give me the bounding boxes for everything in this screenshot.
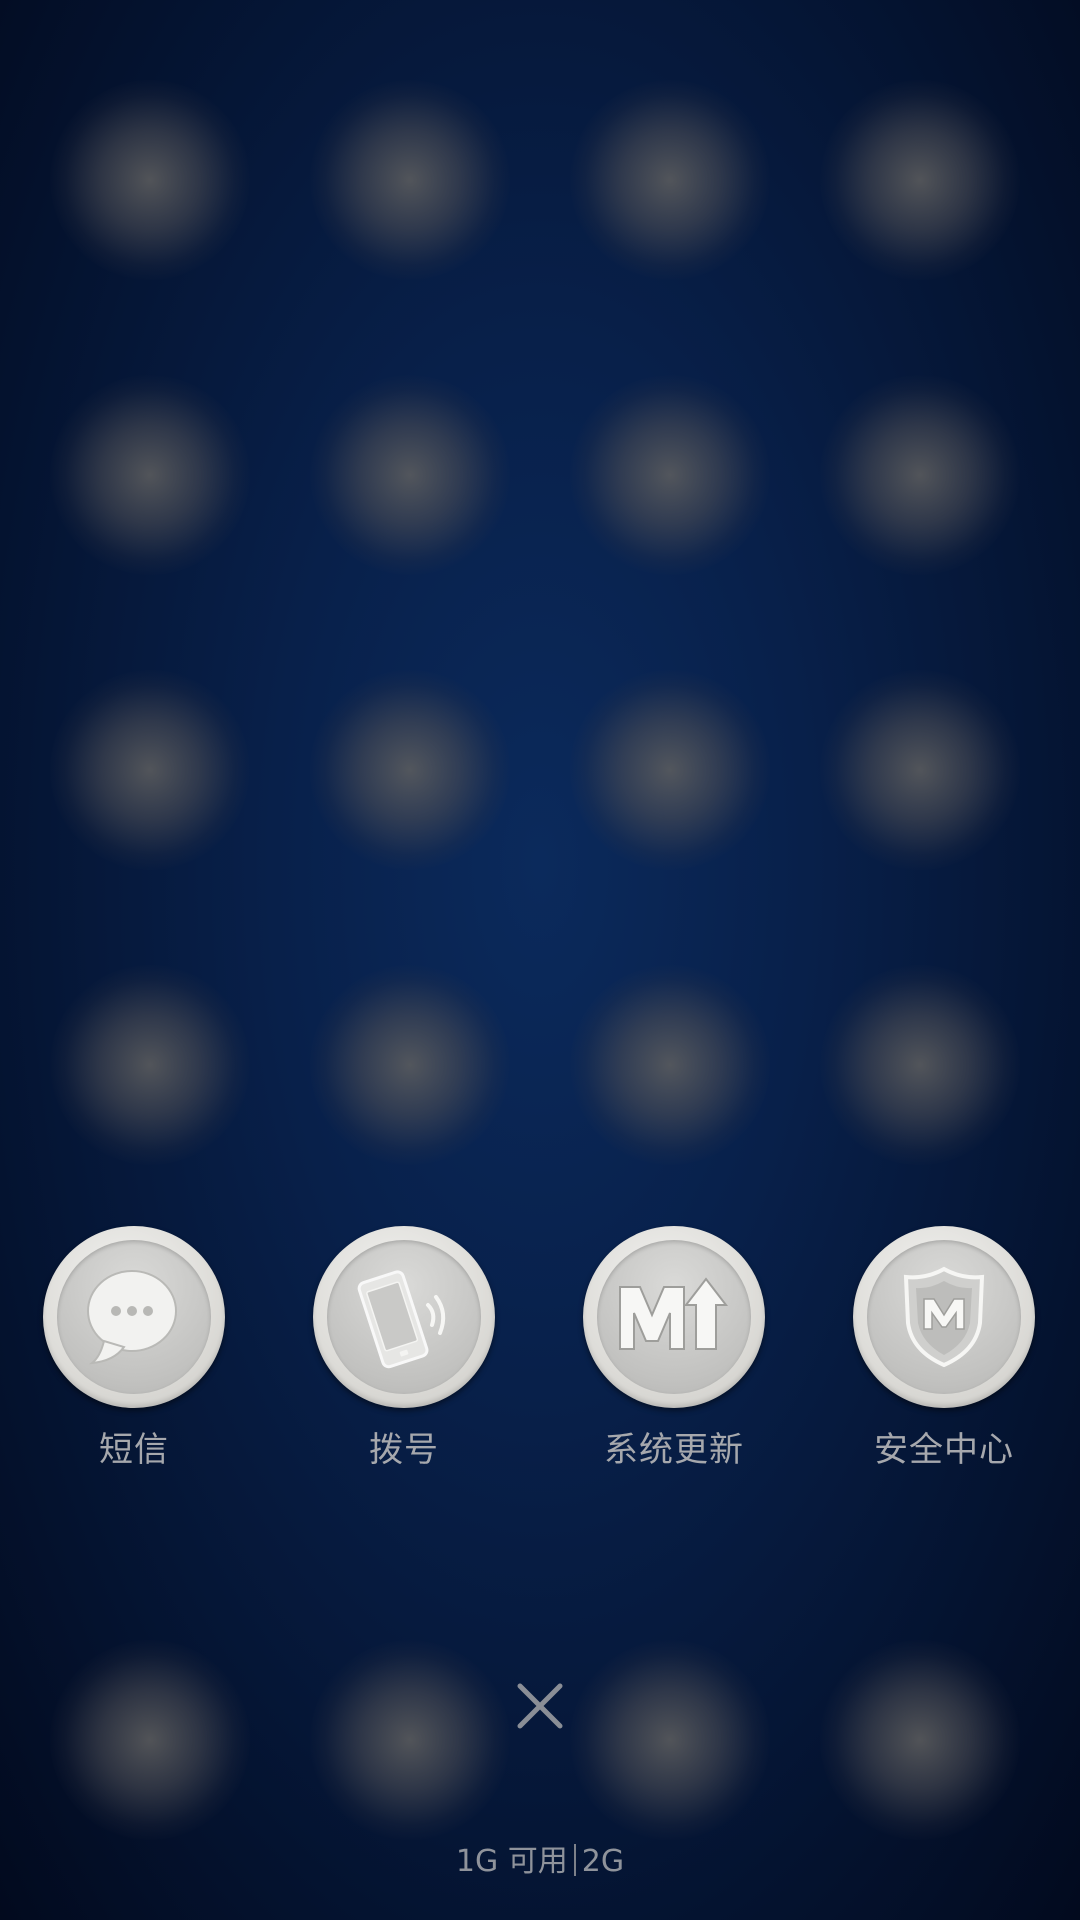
phone-dial-icon — [313, 1226, 495, 1408]
app-label: 短信 — [99, 1430, 169, 1470]
blurred-app-icon — [310, 1640, 510, 1840]
message-bubble-icon — [43, 1226, 225, 1408]
memory-status: 1G 可用 2G — [0, 1836, 1080, 1880]
close-icon — [517, 1683, 563, 1729]
blurred-app-icon — [570, 670, 770, 870]
blurred-app-icon — [50, 670, 250, 870]
blurred-app-icon — [310, 965, 510, 1165]
blurred-app-icon — [50, 375, 250, 575]
blurred-app-icon — [570, 1640, 770, 1840]
blurred-background — [0, 0, 1080, 1920]
app-label: 安全中心 — [874, 1430, 1014, 1470]
system-update-icon — [583, 1226, 765, 1408]
blurred-app-icon — [820, 1640, 1020, 1840]
blurred-app-icon — [570, 80, 770, 280]
memory-divider — [573, 1844, 576, 1876]
app-label: 系统更新 — [604, 1430, 744, 1470]
blurred-app-icon — [570, 965, 770, 1165]
blurred-app-icon — [50, 965, 250, 1165]
blurred-app-icon — [50, 80, 250, 280]
app-label: 拨号 — [369, 1430, 439, 1470]
memory-available: 1G 可用 — [455, 1844, 568, 1879]
close-button[interactable] — [510, 1676, 570, 1736]
blurred-app-icon — [820, 375, 1020, 575]
app-system-update[interactable]: 系统更新 — [564, 1226, 784, 1471]
blurred-app-icon — [310, 670, 510, 870]
app-security-center[interactable]: 安全中心 — [834, 1226, 1054, 1471]
security-shield-icon — [853, 1226, 1035, 1408]
app-dialer[interactable]: 拨号 — [294, 1226, 514, 1471]
blurred-app-icon — [820, 965, 1020, 1165]
app-dock: 短信 拨号 系统更新 安全中心 — [0, 1226, 1080, 1476]
blurred-app-icon — [820, 80, 1020, 280]
app-messages[interactable]: 短信 — [24, 1226, 244, 1471]
blurred-app-icon — [50, 1640, 250, 1840]
blurred-app-icon — [310, 375, 510, 575]
blurred-app-icon — [570, 375, 770, 575]
blurred-app-icon — [820, 670, 1020, 870]
blurred-app-icon — [310, 80, 510, 280]
memory-total: 2G — [581, 1844, 625, 1879]
